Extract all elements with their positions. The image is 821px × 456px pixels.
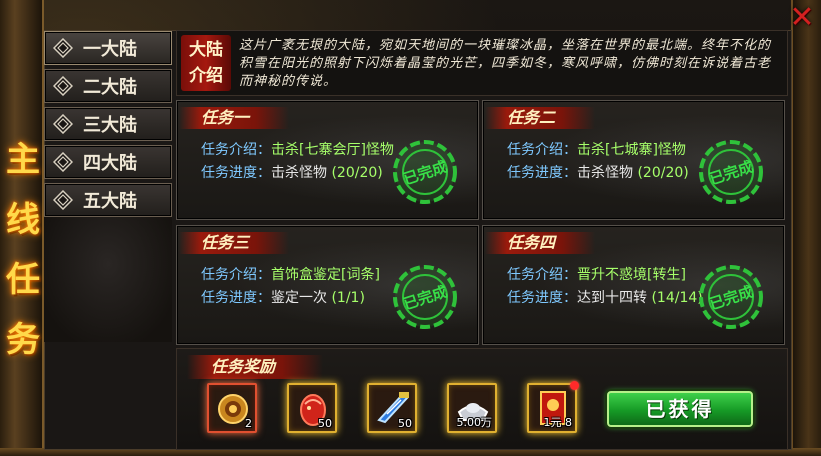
completed-stamp-icon: 已完成 — [388, 135, 462, 209]
continent-tabs: 一大陆 二大陆 三大陆 四大陆 五大陆 — [44, 31, 172, 217]
reward-item[interactable]: 50 — [287, 383, 337, 433]
task-card-2: 任务二 任务介绍：击杀[七城寨]怪物 任务进度：击杀怪物 (20/20) 已完成 — [482, 100, 785, 220]
task-intro-value: 击杀[七城寨]怪物 — [577, 142, 686, 158]
tab-continent-1[interactable]: 一大陆 — [44, 31, 172, 65]
claimed-button[interactable]: 已获得 — [607, 391, 753, 427]
reward-panel: 任务奖励 2 50 50 5.00万 1元 8 已获得 — [176, 348, 788, 450]
tab-label: 五大陆 — [83, 191, 137, 212]
task-intro-label: 任务介绍： — [201, 142, 271, 158]
task-progress-label: 任务进度： — [507, 165, 577, 181]
task-card-4: 任务四 任务介绍：晋升不惑境[转生] 任务进度：达到十四转 (14/14) 已完… — [482, 225, 785, 345]
task-progress-line: 任务进度：击杀怪物 (20/20) — [201, 164, 383, 182]
reward-item[interactable]: 1元 8 — [527, 381, 579, 433]
task-intro-value: 首饰盒鉴定[词条] — [271, 267, 380, 283]
tab-label: 四大陆 — [83, 153, 137, 174]
task-intro-value: 击杀[七寨会厅]怪物 — [271, 142, 394, 158]
task-progress-text: 达到十四转 — [577, 290, 647, 306]
tab-continent-4[interactable]: 四大陆 — [44, 145, 172, 179]
task-progress-line: 任务进度：击杀怪物 (20/20) — [507, 164, 689, 182]
window-title-char: 主 — [6, 140, 40, 180]
task-card-3: 任务三 任务介绍：首饰盒鉴定[词条] 任务进度：鉴定一次 (1/1) 已完成 — [176, 225, 479, 345]
reward-title: 任务奖励 — [187, 355, 323, 379]
task-intro-line: 任务介绍：击杀[七城寨]怪物 — [507, 141, 686, 159]
task-progress-label: 任务进度： — [201, 165, 271, 181]
reward-qty: 50 — [318, 417, 332, 430]
task-progress-text: 击杀怪物 — [577, 165, 633, 181]
tab-continent-3[interactable]: 三大陆 — [44, 107, 172, 141]
reward-qty: 50 — [398, 417, 412, 430]
tab-label: 一大陆 — [83, 39, 137, 60]
diamond-icon — [53, 152, 73, 172]
task-title: 任务三 — [179, 232, 289, 254]
task-progress-value: (1/1) — [331, 290, 365, 306]
notification-dot-icon — [570, 381, 579, 390]
window-border-right — [791, 0, 821, 456]
task-intro-line: 任务介绍：首饰盒鉴定[词条] — [201, 266, 380, 284]
task-title: 任务二 — [485, 107, 595, 129]
reward-item[interactable]: 50 — [367, 383, 417, 433]
completed-stamp-icon: 已完成 — [388, 260, 462, 334]
reward-items: 2 50 50 5.00万 1元 8 — [207, 381, 579, 433]
task-progress-text: 鉴定一次 — [271, 290, 327, 306]
task-progress-label: 任务进度： — [201, 290, 271, 306]
diamond-icon — [53, 38, 73, 58]
task-progress-line: 任务进度：达到十四转 (14/14) — [507, 289, 703, 307]
tab-column-backdrop — [44, 212, 172, 342]
reward-qty: 1元 8 — [543, 416, 573, 429]
window-title: 主 线 任 务 — [2, 130, 44, 370]
reward-item[interactable]: 5.00万 — [447, 383, 497, 433]
intro-text: 这片广袤无垠的大陆，宛如天地间的一块璀璨冰晶，坐落在世界的最北端。终年不化的积雪… — [239, 38, 772, 89]
continent-intro: 大陆 介绍 这片广袤无垠的大陆，宛如天地间的一块璀璨冰晶，坐落在世界的最北端。终… — [176, 30, 788, 96]
task-progress-line: 任务进度：鉴定一次 (1/1) — [201, 289, 365, 307]
intro-badge-line: 介绍 — [189, 66, 223, 86]
window-title-char: 任 — [6, 260, 40, 300]
completed-stamp-icon: 已完成 — [694, 135, 768, 209]
tab-label: 二大陆 — [83, 77, 137, 98]
completed-stamp-icon: 已完成 — [694, 260, 768, 334]
diamond-icon — [53, 114, 73, 134]
task-title: 任务一 — [179, 107, 289, 129]
task-progress-value: (20/20) — [331, 165, 383, 181]
task-intro-line: 任务介绍：击杀[七寨会厅]怪物 — [201, 141, 394, 159]
diamond-icon — [53, 190, 73, 210]
tab-continent-2[interactable]: 二大陆 — [44, 69, 172, 103]
task-intro-label: 任务介绍： — [507, 267, 577, 283]
task-progress-label: 任务进度： — [507, 290, 577, 306]
reward-qty: 5.00万 — [456, 416, 493, 429]
close-icon: ✕ — [789, 0, 815, 35]
task-intro-value: 晋升不惑境[转生] — [577, 267, 686, 283]
intro-badge: 大陆 介绍 — [181, 35, 231, 91]
reward-qty: 2 — [245, 417, 252, 430]
tab-label: 三大陆 — [83, 115, 137, 136]
task-intro-label: 任务介绍： — [507, 142, 577, 158]
task-progress-text: 击杀怪物 — [271, 165, 327, 181]
reward-item[interactable]: 2 — [207, 383, 257, 433]
task-intro-label: 任务介绍： — [201, 267, 271, 283]
window-title-char: 线 — [6, 200, 40, 240]
task-title: 任务四 — [485, 232, 595, 254]
window-title-char: 务 — [6, 320, 40, 360]
task-card-1: 任务一 任务介绍：击杀[七寨会厅]怪物 任务进度：击杀怪物 (20/20) 已完… — [176, 100, 479, 220]
tab-continent-5[interactable]: 五大陆 — [44, 183, 172, 217]
intro-badge-line: 大陆 — [189, 40, 223, 60]
diamond-icon — [53, 76, 73, 96]
task-progress-value: (20/20) — [637, 165, 689, 181]
task-intro-line: 任务介绍：晋升不惑境[转生] — [507, 266, 686, 284]
